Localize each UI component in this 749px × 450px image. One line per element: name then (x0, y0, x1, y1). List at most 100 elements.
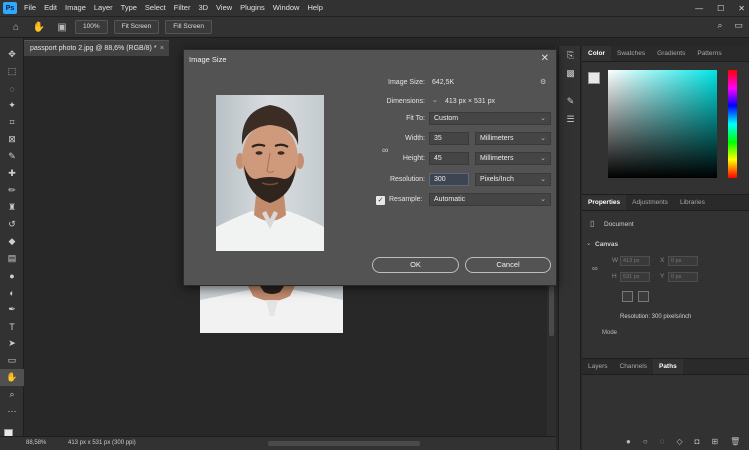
close-document-icon[interactable]: × (160, 41, 164, 57)
menu-type[interactable]: Type (117, 0, 141, 16)
stamp-tool-icon[interactable]: ♜ (0, 199, 24, 216)
dialog-titlebar[interactable]: Image Size ✕ (184, 50, 556, 69)
fit-screen-button[interactable]: Fit Screen (113, 20, 160, 34)
history-brush-tool-icon[interactable]: ↺ (0, 216, 24, 233)
tab-properties[interactable]: Properties (582, 195, 627, 210)
minimize-button[interactable]: — (695, 4, 703, 13)
history-panel-icon[interactable]: ⎘ (559, 46, 582, 64)
resample-checkbox[interactable]: ✓ (376, 196, 385, 205)
workspace-icon[interactable]: ▭ (734, 20, 743, 31)
tab-libraries[interactable]: Libraries (674, 195, 711, 210)
healing-brush-tool-icon[interactable]: ✚ (0, 165, 24, 182)
menu-filter[interactable]: Filter (170, 0, 195, 16)
menu-edit[interactable]: Edit (40, 0, 61, 16)
fit-to-value: Custom (434, 115, 459, 122)
resolution-input[interactable]: 300 (429, 173, 469, 186)
zoom-100-button[interactable]: 100% (75, 20, 108, 34)
delete-path-icon[interactable]: 🗑 (730, 437, 740, 446)
fit-to-select[interactable]: Custom ⌄ (429, 112, 551, 125)
canvas-height-field[interactable]: 531 px (620, 272, 650, 282)
zoom-tool-icon[interactable]: ⌕ (0, 386, 24, 403)
canvas-link-icon[interactable]: ∞ (592, 264, 598, 273)
menu-3d[interactable]: 3D (194, 0, 212, 16)
menu-image[interactable]: Image (61, 0, 90, 16)
fill-screen-button[interactable]: Fill Screen (165, 20, 212, 34)
foreground-swatch[interactable] (588, 72, 600, 84)
canvas-x-field[interactable]: 0 px (668, 256, 698, 266)
lasso-tool-icon[interactable]: ◌ (0, 80, 24, 97)
image-preview[interactable] (216, 95, 324, 251)
menu-select[interactable]: Select (141, 0, 170, 16)
resample-select[interactable]: Automatic ⌄ (429, 193, 551, 206)
search-icon[interactable]: ⌕ (717, 20, 722, 31)
cancel-button[interactable]: Cancel (465, 257, 551, 273)
tab-layers[interactable]: Layers (582, 359, 614, 374)
rectangle-tool-icon[interactable]: ▭ (0, 352, 24, 369)
constrain-proportions-link-icon[interactable]: ∞ (382, 145, 388, 155)
dialog-close-icon[interactable]: ✕ (541, 53, 549, 64)
color-picker-field[interactable] (608, 70, 717, 178)
menu-layer[interactable]: Layer (90, 0, 117, 16)
menu-view[interactable]: View (212, 0, 236, 16)
stroke-path-icon[interactable]: ○ (643, 437, 648, 446)
canvas-y-field[interactable]: 0 px (668, 272, 698, 282)
load-selection-icon[interactable]: ◌ (660, 437, 665, 446)
menu-plugins[interactable]: Plugins (236, 0, 269, 16)
pen-tool-icon[interactable]: ✒ (0, 301, 24, 318)
type-tool-icon[interactable]: T (0, 318, 24, 335)
magic-wand-tool-icon[interactable]: ✦ (0, 97, 24, 114)
more-tools-icon[interactable]: ⋯ (0, 403, 24, 420)
menu-help[interactable]: Help (303, 0, 326, 16)
resolution-unit-select[interactable]: Pixels/Inch ⌄ (475, 173, 551, 186)
fill-path-icon[interactable]: ● (626, 437, 631, 446)
home-icon[interactable]: ⌂ (9, 20, 23, 34)
menu-window[interactable]: Window (269, 0, 304, 16)
hue-slider[interactable] (728, 70, 737, 178)
ok-button[interactable]: OK (372, 257, 459, 273)
scroll-all-windows-icon[interactable]: ▣ (55, 20, 69, 34)
dodge-tool-icon[interactable]: ◐ (0, 284, 24, 301)
tab-color[interactable]: Color (582, 46, 611, 61)
tab-patterns[interactable]: Patterns (691, 46, 727, 61)
eyedropper-tool-icon[interactable]: ✎ (0, 148, 24, 165)
horizontal-scroll-thumb[interactable] (268, 441, 420, 446)
width-unit-select[interactable]: Millimeters ⌄ (475, 132, 551, 145)
tab-swatches[interactable]: Swatches (611, 46, 651, 61)
layers-panel: Layers Channels Paths ● ○ ◌ ◇ ◘ ⊞ 🗑 (582, 358, 749, 450)
tab-gradients[interactable]: Gradients (651, 46, 691, 61)
gradient-tool-icon[interactable]: ▤ (0, 250, 24, 267)
height-input[interactable]: 45 (429, 152, 469, 165)
dimensions-dropdown-chevron-icon[interactable]: ⌄ (432, 96, 438, 104)
hand-tool-icon[interactable]: ✋ (32, 20, 46, 34)
landscape-orientation-icon[interactable] (638, 291, 649, 302)
comments-panel-icon[interactable]: ▩ (559, 64, 582, 82)
blur-tool-icon[interactable]: ● (0, 267, 24, 284)
add-mask-icon[interactable]: ◘ (695, 437, 700, 446)
path-selection-tool-icon[interactable]: ➤ (0, 335, 24, 352)
tab-channels[interactable]: Channels (614, 359, 653, 374)
settings-gear-icon[interactable]: ⚙ (540, 78, 546, 86)
marquee-tool-icon[interactable]: ⬚ (0, 63, 24, 80)
maximize-button[interactable]: ☐ (717, 4, 724, 13)
make-work-path-icon[interactable]: ◇ (676, 437, 682, 446)
new-path-icon[interactable]: ⊞ (711, 437, 718, 446)
portrait-orientation-icon[interactable] (622, 291, 633, 302)
brush-settings-icon[interactable]: ✎ (559, 92, 582, 110)
tab-paths[interactable]: Paths (652, 359, 683, 374)
height-unit-select[interactable]: Millimeters ⌄ (475, 152, 551, 165)
menu-file[interactable]: File (20, 0, 40, 16)
canvas-expand-chevron-icon[interactable]: ⌄ (586, 239, 591, 247)
frame-tool-icon[interactable]: ⊠ (0, 131, 24, 148)
close-window-button[interactable]: ✕ (738, 4, 745, 13)
brush-tool-icon[interactable]: ✏ (0, 182, 24, 199)
status-zoom[interactable]: 88,58% (26, 440, 46, 446)
document-tab[interactable]: passport photo 2.jpg @ 88,6% (RGB/8) * × (24, 40, 169, 56)
hand-tool-icon-active[interactable]: ✋ (0, 369, 24, 386)
tab-adjustments[interactable]: Adjustments (626, 195, 674, 210)
crop-tool-icon[interactable]: ⌗ (0, 114, 24, 131)
move-tool-icon[interactable]: ✥ (0, 46, 24, 63)
adjustments-sliders-icon[interactable]: ☰ (559, 110, 582, 128)
width-input[interactable]: 35 (429, 132, 469, 145)
canvas-width-field[interactable]: 413 px (620, 256, 650, 266)
eraser-tool-icon[interactable]: ◆ (0, 233, 24, 250)
